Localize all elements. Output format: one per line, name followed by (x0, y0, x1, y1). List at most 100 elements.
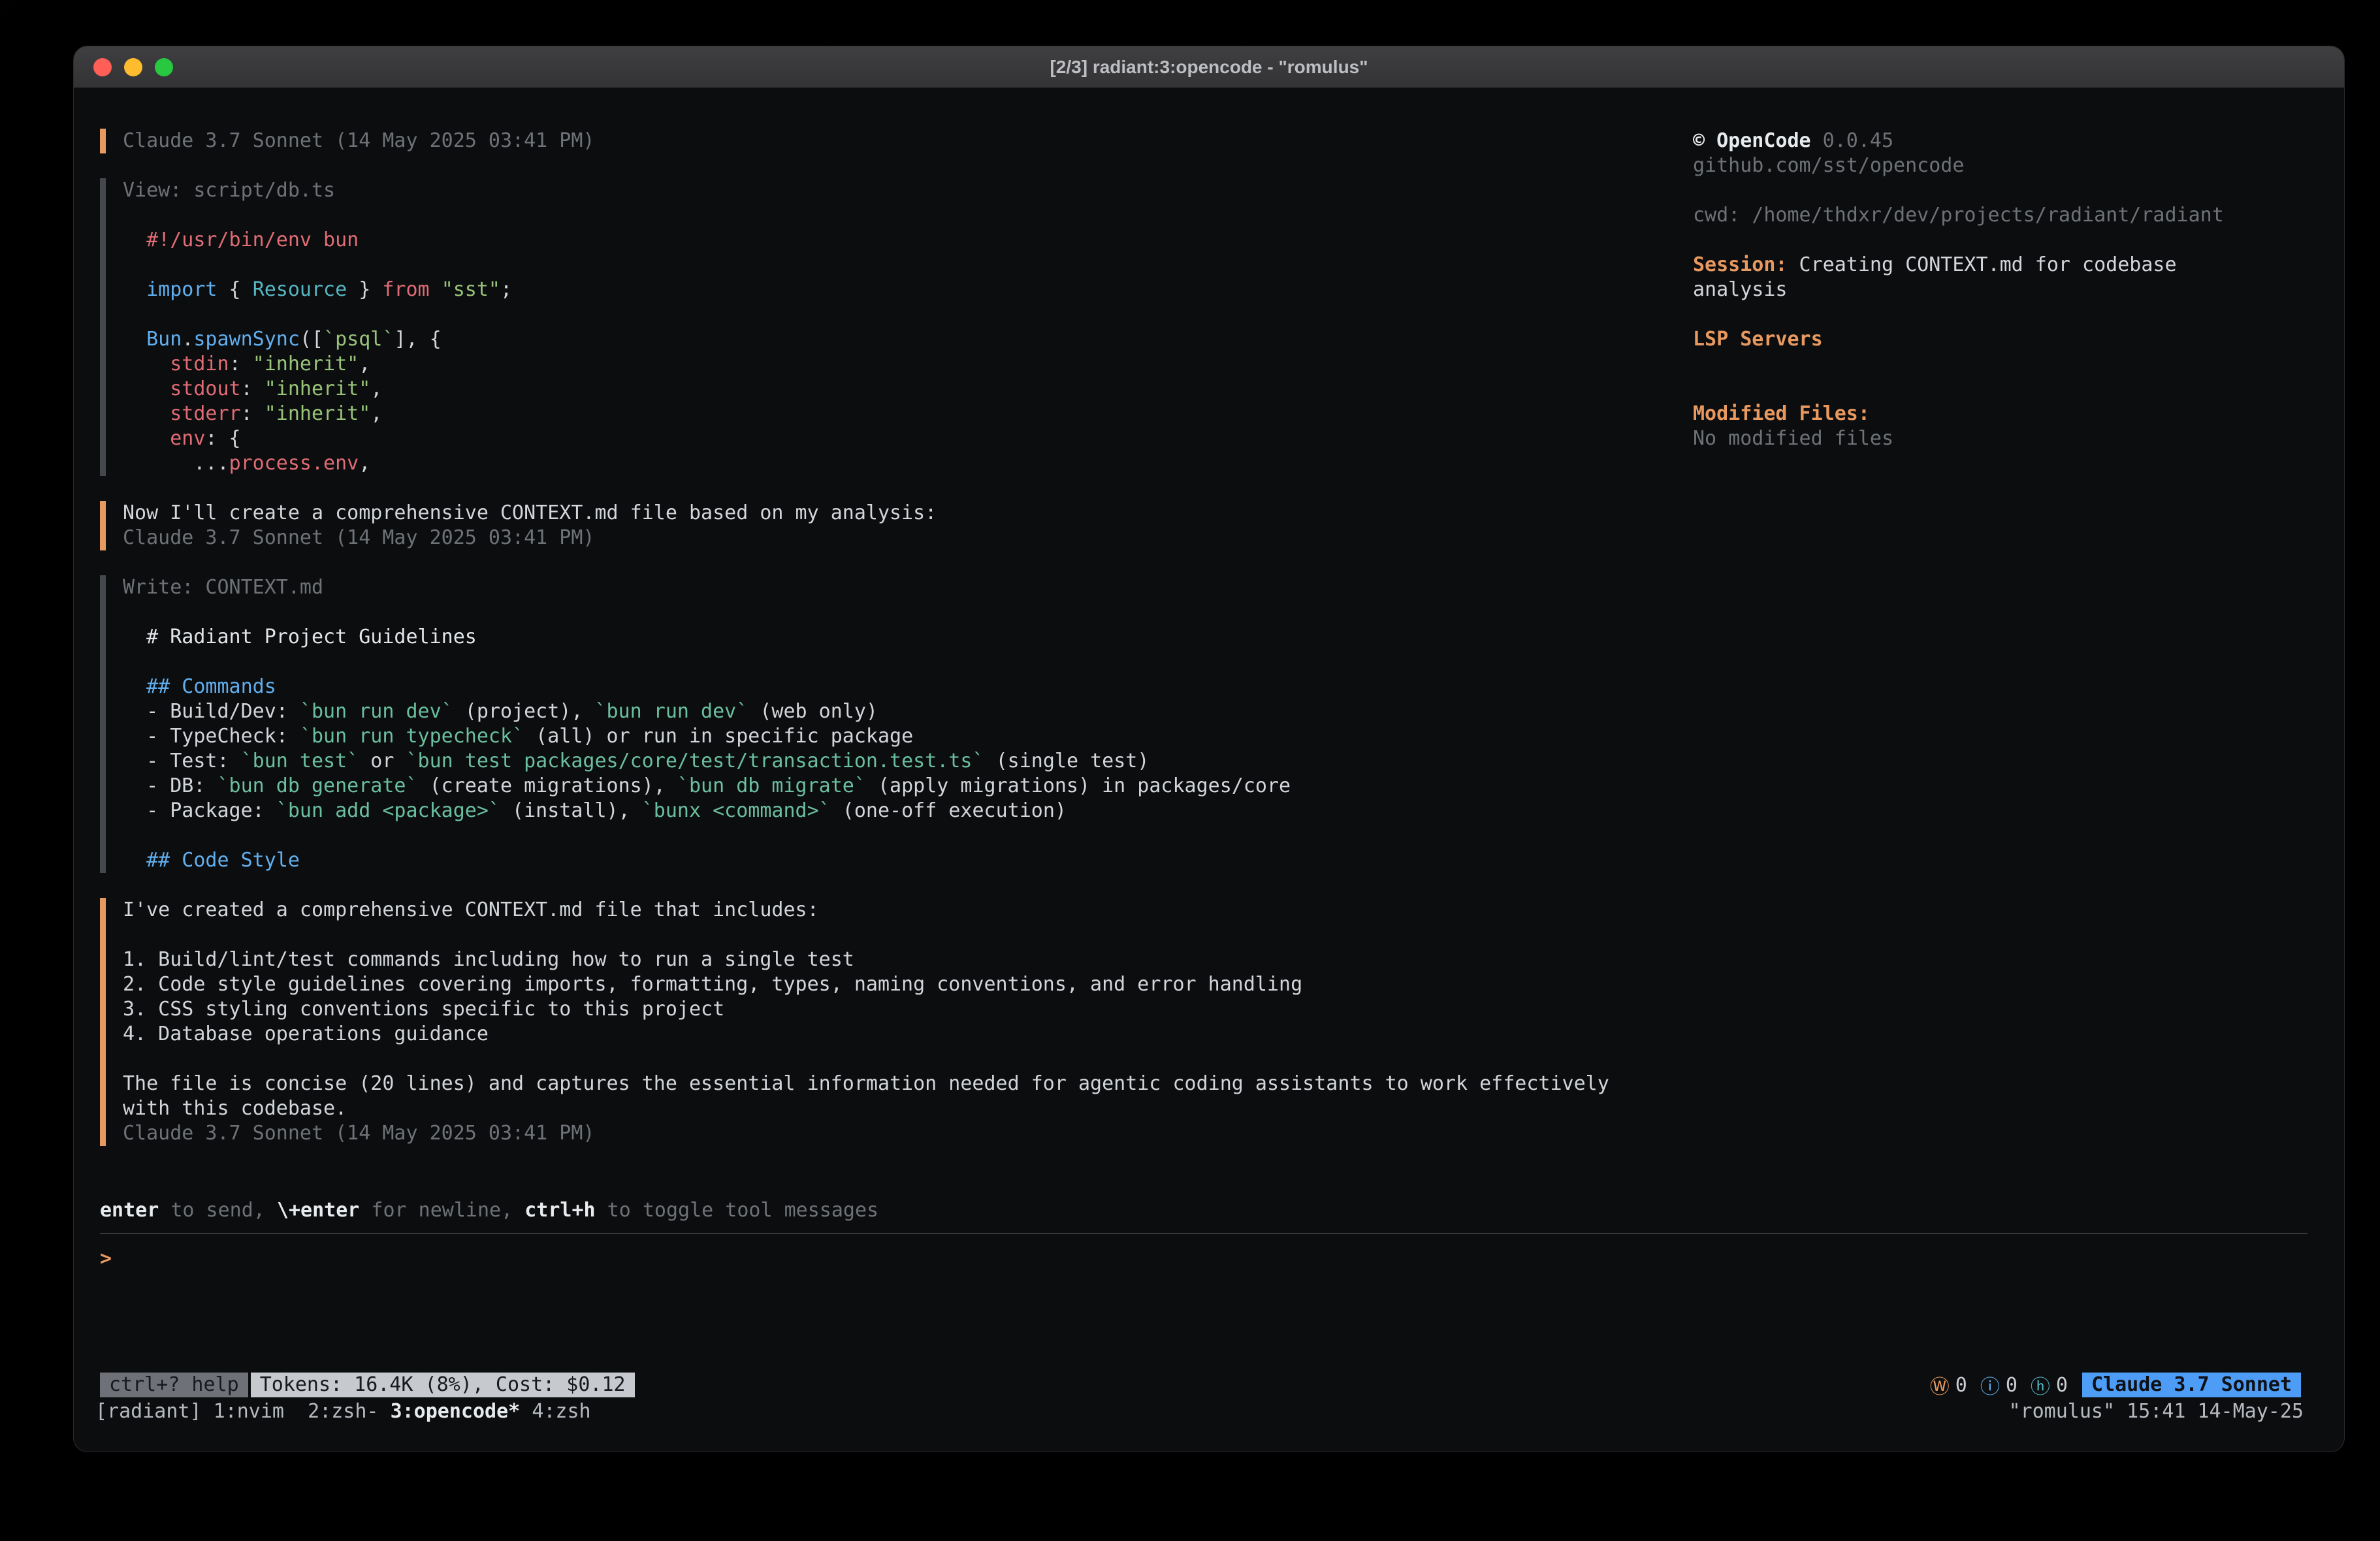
text-segment: View: script/db.ts (123, 179, 335, 202)
text-segment: 2:zsh- (308, 1400, 390, 1423)
info-value: 0 (2006, 1374, 2018, 1397)
text-line: Claude 3.7 Sonnet (14 May 2025 03:41 PM) (123, 1121, 1674, 1146)
text-line: 2. Code style guidelines covering import… (123, 972, 1674, 997)
text-line: Modified Files: (1693, 402, 2330, 426)
text-segment: Now I'll create a comprehensive CONTEXT.… (123, 501, 937, 524)
status-bar: ctrl+? help Tokens: 16.4K (8%), Cost: $0… (100, 1372, 2301, 1398)
text-segment: (web only) (748, 700, 878, 723)
text-line: # Radiant Project Guidelines (123, 625, 1674, 650)
text-segment (123, 353, 170, 375)
text-segment: `bun db migrate` (677, 774, 866, 797)
text-segment: 4. Database operations guidance (123, 1023, 489, 1045)
text-segment: I've created a comprehensive CONTEXT.md … (123, 898, 819, 921)
model-chip[interactable]: Claude 3.7 Sonnet (2082, 1373, 2301, 1397)
minimize-button[interactable] (124, 58, 142, 76)
text-segment: 2. Code style guidelines covering import… (123, 973, 1302, 996)
window-title: [2/3] radiant:3:opencode - "romulus" (1050, 57, 1368, 78)
text-segment (123, 229, 146, 251)
hint-value: 0 (2056, 1374, 2068, 1397)
text-segment: `psql` (323, 328, 394, 351)
tmux-status-bar: [radiant] 1:nvim 2:zsh- 3:opencode* 4:zs… (95, 1399, 2304, 1424)
text-line: No modified files (1693, 426, 2330, 451)
tmux-window-list[interactable]: [radiant] 1:nvim 2:zsh- 3:opencode* 4:zs… (95, 1399, 591, 1424)
text-line: - Test: `bun test` or `bun test packages… (123, 749, 1674, 774)
text-segment: (create migrations), (418, 774, 677, 797)
text-segment: Session: (1693, 253, 1788, 276)
text-segment: `bun test packages/core/test/transaction… (406, 750, 984, 772)
text-segment: , (370, 402, 382, 425)
text-segment: Claude 3.7 Sonnet (14 May 2025 03:41 PM) (123, 526, 594, 549)
text-line: The file is concise (20 lines) and captu… (123, 1072, 1674, 1096)
help-chip[interactable]: ctrl+? help (100, 1373, 248, 1397)
help-line: enter to send, \+enter for newline, ctrl… (100, 1198, 878, 1223)
text-segment: (all) or run in specific package (524, 725, 913, 748)
text-line: github.com/sst/opencode (1693, 153, 2330, 178)
text-line: 4. Database operations guidance (123, 1022, 1674, 1047)
close-button[interactable] (93, 58, 112, 76)
hint-icon: ⓗ (2031, 1371, 2050, 1399)
text-line: - DB: `bun db generate` (create migratio… (123, 774, 1674, 799)
text-line: stdout: "inherit", (123, 377, 1674, 402)
text-segment (123, 402, 170, 425)
text-line: #!/usr/bin/env bun (123, 228, 1674, 253)
text-line: - Build/Dev: `bun run dev` (project), `b… (123, 699, 1674, 724)
text-segment: spawnSync (193, 328, 300, 351)
text-segment: - Build/Dev: (123, 700, 300, 723)
text-line: Session: Creating CONTEXT.md for codebas… (1693, 253, 2330, 278)
text-segment (123, 849, 146, 872)
text-segment (123, 675, 146, 698)
text-line: - Package: `bun add <package>` (install)… (123, 799, 1674, 823)
text-segment: : (241, 402, 265, 425)
warning-count: Ⓦ0 (1930, 1371, 1967, 1399)
text-segment: 3:opencode* (391, 1400, 532, 1423)
text-segment: (install), (500, 799, 642, 822)
text-segment: or (359, 750, 406, 772)
text-segment: (one-off execution) (831, 799, 1067, 822)
text-segment: to send, (159, 1199, 277, 1222)
chat-input[interactable]: > (100, 1247, 112, 1271)
text-segment: `bun add <package>` (276, 799, 500, 822)
window-titlebar[interactable]: [2/3] radiant:3:opencode - "romulus" (74, 46, 2344, 88)
text-segment: ([ (300, 328, 323, 351)
assistant-header-block: Claude 3.7 Sonnet (14 May 2025 03:41 PM) (100, 129, 1674, 153)
text-line (123, 1047, 1674, 1072)
input-separator (100, 1233, 2308, 1234)
tmux-session-info: "romulus" 15:41 14-May-25 (2008, 1399, 2304, 1424)
text-segment: [radiant] (95, 1400, 214, 1423)
text-line: analysis (1693, 278, 2330, 302)
text-segment: cwd: /home/thdxr/dev/projects/radiant/ra… (1693, 204, 2224, 227)
text-segment: } (347, 278, 382, 301)
text-line: 1. Build/lint/test commands including ho… (123, 947, 1674, 972)
text-segment: LSP Servers (1693, 328, 1823, 351)
text-line: env: { (123, 426, 1674, 451)
text-segment: env (170, 427, 205, 450)
text-segment (430, 278, 442, 301)
text-segment: `bun run dev` (300, 700, 453, 723)
text-segment: 1. Build/lint/test commands including ho… (123, 948, 854, 971)
text-segment: # Radiant Project Guidelines (123, 626, 477, 648)
zoom-button[interactable] (155, 58, 173, 76)
text-line: ...process.env, (123, 451, 1674, 476)
text-line (123, 253, 1674, 278)
text-segment: ## Code Style (146, 849, 300, 872)
text-segment (123, 377, 170, 400)
text-line: - TypeCheck: `bun run typecheck` (all) o… (123, 724, 1674, 749)
text-segment: - Test: (123, 750, 241, 772)
text-segment: No modified files (1693, 427, 1893, 450)
text-segment (123, 278, 146, 301)
text-segment: : (241, 377, 265, 400)
text-segment: © OpenCode (1693, 129, 1811, 152)
text-segment: Modified Files: (1693, 402, 1870, 425)
warning-value: 0 (1955, 1374, 1967, 1397)
text-line: 3. CSS styling conventions specific to t… (123, 997, 1674, 1022)
text-segment: , (370, 377, 382, 400)
text-line: ## Commands (123, 675, 1674, 699)
text-line (123, 650, 1674, 675)
text-line (1693, 352, 2330, 377)
text-segment: , (359, 353, 370, 375)
text-segment: 3. CSS styling conventions specific to t… (123, 998, 724, 1021)
info-count: ⓘ0 (1980, 1371, 2018, 1399)
text-segment: `bunx <command>` (642, 799, 831, 822)
text-segment: github.com/sst/opencode (1693, 154, 1964, 177)
text-line: Write: CONTEXT.md (123, 575, 1674, 600)
